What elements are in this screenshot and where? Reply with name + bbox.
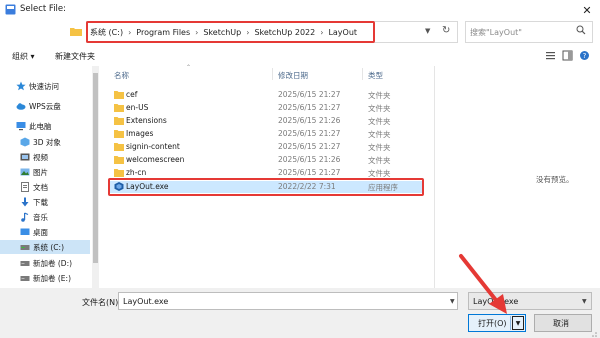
folder-icon: [114, 143, 124, 151]
nav-item-drive-e[interactable]: 新加卷 (E:): [0, 271, 90, 285]
filename-input[interactable]: [118, 292, 458, 310]
file-row[interactable]: cef 2025/6/15 21:27 文件夹: [108, 89, 424, 101]
folder-icon: [114, 156, 124, 164]
chevron-down-icon[interactable]: ▼: [450, 298, 455, 305]
computer-icon: [16, 122, 26, 131]
filename-label: 文件名(N):: [82, 298, 121, 307]
nav-item-drive-d[interactable]: 新加卷 (D:): [0, 256, 90, 270]
preview-empty-text: 没有预览。: [536, 175, 574, 184]
sort-indicator-icon: ⌃: [186, 64, 192, 71]
view-options-icon[interactable]: [545, 50, 556, 61]
new-folder-button[interactable]: 新建文件夹: [55, 51, 95, 62]
nav-item-drive-c[interactable]: 系统 (C:): [0, 240, 90, 254]
app-icon: [5, 4, 16, 15]
chevron-down-icon[interactable]: ▼: [582, 298, 587, 305]
folder-icon: [114, 117, 124, 125]
column-divider[interactable]: [362, 68, 363, 80]
nav-item-documents[interactable]: 文档: [0, 180, 90, 194]
document-icon: [21, 182, 29, 192]
window-title: Select File:: [20, 4, 67, 14]
cube-icon: [20, 137, 30, 147]
cloud-icon: [16, 103, 26, 110]
column-header-date[interactable]: 修改日期: [278, 70, 308, 81]
nav-scrollbar-thumb[interactable]: [93, 73, 98, 263]
picture-icon: [20, 168, 30, 176]
nav-item-videos[interactable]: 视频: [0, 150, 90, 164]
download-icon: [21, 197, 29, 207]
folder-icon: [70, 28, 82, 36]
nav-item-pictures[interactable]: 图片: [0, 165, 90, 179]
help-icon[interactable]: ?: [579, 50, 590, 61]
folder-icon: [114, 104, 124, 112]
folder-icon: [114, 169, 124, 177]
file-row[interactable]: signin-content 2025/6/15 21:27 文件夹: [108, 141, 424, 153]
nav-item-this-pc[interactable]: 此电脑: [0, 119, 90, 133]
folder-icon: [114, 130, 124, 138]
nav-item-music[interactable]: 音乐: [0, 210, 90, 224]
title-bar: [0, 0, 600, 20]
svg-text:?: ?: [583, 52, 587, 60]
music-icon: [21, 212, 29, 222]
star-icon: [16, 81, 26, 91]
cancel-button-label: 取消: [553, 319, 569, 328]
preview-pane-icon[interactable]: [562, 50, 573, 61]
resize-grip-icon[interactable]: [588, 328, 598, 338]
drive-icon: [20, 276, 30, 281]
navigation-pane: 快速访问 WPS云盘 此电脑 3D 对象 视频 图片 文档 下载 音乐 桌面 系…: [0, 66, 100, 288]
view-controls: ?: [545, 50, 590, 61]
file-row[interactable]: Images 2025/6/15 21:27 文件夹: [108, 128, 424, 140]
nav-item-wps-cloud[interactable]: WPS云盘: [0, 99, 90, 113]
file-row[interactable]: welcomescreen 2025/6/15 21:26 文件夹: [108, 154, 424, 166]
column-header-name[interactable]: 名称: [114, 70, 129, 81]
file-highlight-annotation: [108, 178, 424, 196]
close-button[interactable]: ✕: [574, 0, 600, 20]
nav-item-desktop[interactable]: 桌面: [0, 225, 90, 239]
column-divider[interactable]: [272, 68, 273, 80]
desktop-icon: [20, 228, 30, 235]
file-row[interactable]: Extensions 2025/6/15 21:26 文件夹: [108, 115, 424, 127]
file-row[interactable]: en-US 2025/6/15 21:27 文件夹: [108, 102, 424, 114]
video-icon: [20, 153, 30, 161]
refresh-icon[interactable]: ↻: [442, 25, 450, 36]
chevron-down-icon[interactable]: ▼: [425, 27, 430, 35]
column-header-type[interactable]: 类型: [368, 70, 383, 81]
annotation-arrow-icon: [459, 254, 507, 314]
drive-icon: [20, 245, 30, 250]
folder-icon: [114, 91, 124, 99]
filename-value: LayOut.exe: [123, 297, 169, 306]
organize-button[interactable]: 组织 ▾: [12, 51, 35, 62]
drive-icon: [20, 261, 30, 266]
search-placeholder: 搜索"LayOut": [470, 28, 522, 37]
search-icon[interactable]: [576, 25, 586, 35]
nav-item-downloads[interactable]: 下载: [0, 195, 90, 209]
nav-item-3d-objects[interactable]: 3D 对象: [0, 135, 90, 149]
preview-divider[interactable]: [434, 66, 435, 288]
address-highlight-annotation: [86, 21, 375, 43]
nav-item-quick-access[interactable]: 快速访问: [0, 79, 90, 93]
